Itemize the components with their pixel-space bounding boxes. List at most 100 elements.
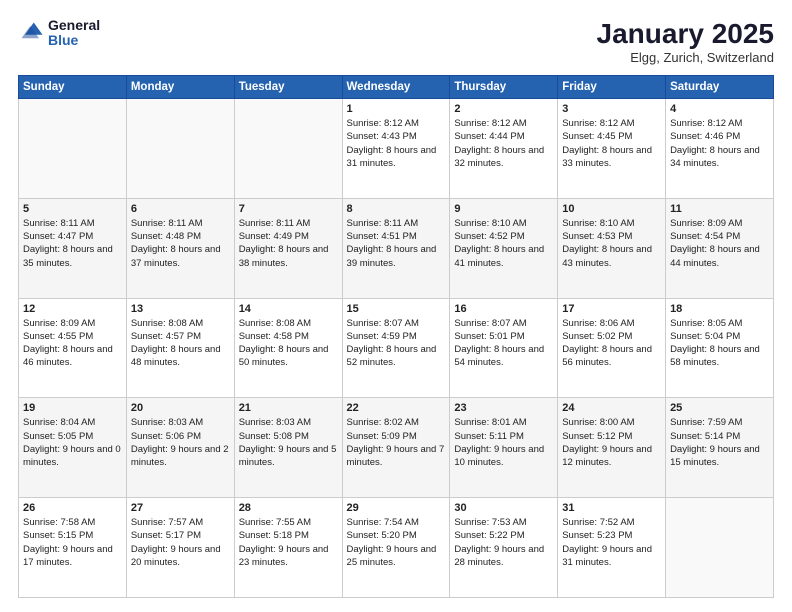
table-row: 15 Sunrise: 8:07 AMSunset: 4:59 PMDayligh… xyxy=(342,298,450,398)
col-sunday: Sunday xyxy=(19,76,127,99)
col-wednesday: Wednesday xyxy=(342,76,450,99)
day-number: 8 xyxy=(347,203,446,215)
header: General Blue January 2025 Elgg, Zurich, … xyxy=(18,18,774,65)
day-info: Sunrise: 7:57 AMSunset: 5:17 PMDaylight:… xyxy=(131,516,230,569)
day-number: 7 xyxy=(239,203,338,215)
table-row: 31 Sunrise: 7:52 AMSunset: 5:23 PMDayligh… xyxy=(558,498,666,598)
logo-icon xyxy=(18,19,46,47)
table-row: 6Sunrise: 8:11 AMSunset: 4:48 PMDaylight… xyxy=(126,198,234,298)
day-info: Sunrise: 8:08 AMSunset: 4:58 PMDaylight:… xyxy=(239,317,338,370)
day-info: Sunrise: 8:07 AMSunset: 5:01 PMDaylight:… xyxy=(454,317,553,370)
table-row: 14Sunrise: 8:08 AMSunset: 4:58 PMDayligh… xyxy=(234,298,342,398)
table-row xyxy=(666,498,774,598)
table-row: 9Sunrise: 8:10 AMSunset: 4:52 PMDaylight… xyxy=(450,198,558,298)
day-number: 4 xyxy=(670,103,769,115)
table-row: 21 Sunrise: 8:03 AMSunset: 5:08 PMDayligh… xyxy=(234,398,342,498)
day-number: 31 xyxy=(562,502,661,514)
day-info: Sunrise: 8:07 AMSunset: 4:59 PMDaylight:… xyxy=(347,317,446,370)
table-row: 26Sunrise: 7:58 AMSunset: 5:15 PMDayligh… xyxy=(19,498,127,598)
day-number: 28 xyxy=(239,502,338,514)
day-info: Sunrise: 8:03 AMSunset: 5:08 PMDaylight:… xyxy=(239,416,338,469)
day-number: 19 xyxy=(23,402,122,414)
table-row: 27 Sunrise: 7:57 AMSunset: 5:17 PMDayligh… xyxy=(126,498,234,598)
calendar-week-row: 1Sunrise: 8:12 AMSunset: 4:43 PMDaylight… xyxy=(19,99,774,199)
day-number: 17 xyxy=(562,303,661,315)
main-title: January 2025 xyxy=(597,18,774,50)
day-info: Sunrise: 7:58 AMSunset: 5:15 PMDaylight:… xyxy=(23,516,122,569)
day-info: Sunrise: 8:09 AMSunset: 4:54 PMDaylight:… xyxy=(670,217,769,270)
table-row: 3 Sunrise: 8:12 AMSunset: 4:45 PMDaylight… xyxy=(558,99,666,199)
calendar-week-row: 26Sunrise: 7:58 AMSunset: 5:15 PMDayligh… xyxy=(19,498,774,598)
table-row: 24 Sunrise: 8:00 AMSunset: 5:12 PMDayligh… xyxy=(558,398,666,498)
day-number: 25 xyxy=(670,402,769,414)
table-row: 17Sunrise: 8:06 AMSunset: 5:02 PMDayligh… xyxy=(558,298,666,398)
day-number: 27 xyxy=(131,502,230,514)
day-info: Sunrise: 8:12 AMSunset: 4:43 PMDaylight:… xyxy=(347,117,446,170)
table-row: 13 Sunrise: 8:08 AMSunset: 4:57 PMDayligh… xyxy=(126,298,234,398)
day-number: 10 xyxy=(562,203,661,215)
day-number: 23 xyxy=(454,402,553,414)
day-info: Sunrise: 8:11 AMSunset: 4:51 PMDaylight:… xyxy=(347,217,446,270)
day-number: 15 xyxy=(347,303,446,315)
day-number: 30 xyxy=(454,502,553,514)
table-row: 20 Sunrise: 8:03 AMSunset: 5:06 PMDayligh… xyxy=(126,398,234,498)
table-row: 7 Sunrise: 8:11 AMSunset: 4:49 PMDaylight… xyxy=(234,198,342,298)
day-info: Sunrise: 8:02 AMSunset: 5:09 PMDaylight:… xyxy=(347,416,446,469)
day-number: 22 xyxy=(347,402,446,414)
day-info: Sunrise: 7:54 AMSunset: 5:20 PMDaylight:… xyxy=(347,516,446,569)
day-info: Sunrise: 8:04 AMSunset: 5:05 PMDaylight:… xyxy=(23,416,122,469)
table-row xyxy=(234,99,342,199)
day-info: Sunrise: 8:08 AMSunset: 4:57 PMDaylight:… xyxy=(131,317,230,370)
table-row: 10 Sunrise: 8:10 AMSunset: 4:53 PMDayligh… xyxy=(558,198,666,298)
col-saturday: Saturday xyxy=(666,76,774,99)
day-info: Sunrise: 8:05 AMSunset: 5:04 PMDaylight:… xyxy=(670,317,769,370)
table-row xyxy=(19,99,127,199)
table-row: 16Sunrise: 8:07 AMSunset: 5:01 PMDayligh… xyxy=(450,298,558,398)
calendar-week-row: 19 Sunrise: 8:04 AMSunset: 5:05 PMDayligh… xyxy=(19,398,774,498)
day-info: Sunrise: 8:12 AMSunset: 4:46 PMDaylight:… xyxy=(670,117,769,170)
table-row: 19 Sunrise: 8:04 AMSunset: 5:05 PMDayligh… xyxy=(19,398,127,498)
day-number: 6 xyxy=(131,203,230,215)
day-number: 18 xyxy=(670,303,769,315)
table-row: 12 Sunrise: 8:09 AMSunset: 4:55 PMDayligh… xyxy=(19,298,127,398)
table-row: 22 Sunrise: 8:02 AMSunset: 5:09 PMDayligh… xyxy=(342,398,450,498)
day-number: 21 xyxy=(239,402,338,414)
page: General Blue January 2025 Elgg, Zurich, … xyxy=(0,0,792,612)
calendar-header-row: Sunday Monday Tuesday Wednesday Thursday… xyxy=(19,76,774,99)
table-row: 2 Sunrise: 8:12 AMSunset: 4:44 PMDaylight… xyxy=(450,99,558,199)
logo-blue-text: Blue xyxy=(48,33,100,48)
col-tuesday: Tuesday xyxy=(234,76,342,99)
day-info: Sunrise: 8:12 AMSunset: 4:44 PMDaylight:… xyxy=(454,117,553,170)
day-info: Sunrise: 8:09 AMSunset: 4:55 PMDaylight:… xyxy=(23,317,122,370)
day-info: Sunrise: 8:10 AMSunset: 4:53 PMDaylight:… xyxy=(562,217,661,270)
day-number: 3 xyxy=(562,103,661,115)
day-info: Sunrise: 8:12 AMSunset: 4:45 PMDaylight:… xyxy=(562,117,661,170)
day-info: Sunrise: 7:52 AMSunset: 5:23 PMDaylight:… xyxy=(562,516,661,569)
table-row: 30Sunrise: 7:53 AMSunset: 5:22 PMDayligh… xyxy=(450,498,558,598)
day-number: 9 xyxy=(454,203,553,215)
day-info: Sunrise: 7:59 AMSunset: 5:14 PMDaylight:… xyxy=(670,416,769,469)
table-row: 1Sunrise: 8:12 AMSunset: 4:43 PMDaylight… xyxy=(342,99,450,199)
day-number: 5 xyxy=(23,203,122,215)
col-thursday: Thursday xyxy=(450,76,558,99)
subtitle: Elgg, Zurich, Switzerland xyxy=(597,50,774,65)
table-row: 28 Sunrise: 7:55 AMSunset: 5:18 PMDayligh… xyxy=(234,498,342,598)
day-number: 12 xyxy=(23,303,122,315)
calendar-week-row: 5 Sunrise: 8:11 AMSunset: 4:47 PMDaylight… xyxy=(19,198,774,298)
day-info: Sunrise: 8:11 AMSunset: 4:49 PMDaylight:… xyxy=(239,217,338,270)
day-info: Sunrise: 8:03 AMSunset: 5:06 PMDaylight:… xyxy=(131,416,230,469)
day-number: 2 xyxy=(454,103,553,115)
calendar-table: Sunday Monday Tuesday Wednesday Thursday… xyxy=(18,75,774,598)
table-row: 29Sunrise: 7:54 AMSunset: 5:20 PMDayligh… xyxy=(342,498,450,598)
logo-general-text: General xyxy=(48,18,100,33)
day-info: Sunrise: 8:00 AMSunset: 5:12 PMDaylight:… xyxy=(562,416,661,469)
day-number: 24 xyxy=(562,402,661,414)
day-info: Sunrise: 8:11 AMSunset: 4:47 PMDaylight:… xyxy=(23,217,122,270)
day-info: Sunrise: 7:55 AMSunset: 5:18 PMDaylight:… xyxy=(239,516,338,569)
table-row: 25 Sunrise: 7:59 AMSunset: 5:14 PMDayligh… xyxy=(666,398,774,498)
day-number: 13 xyxy=(131,303,230,315)
table-row: 5 Sunrise: 8:11 AMSunset: 4:47 PMDaylight… xyxy=(19,198,127,298)
calendar-week-row: 12 Sunrise: 8:09 AMSunset: 4:55 PMDayligh… xyxy=(19,298,774,398)
table-row: 18 Sunrise: 8:05 AMSunset: 5:04 PMDayligh… xyxy=(666,298,774,398)
day-number: 20 xyxy=(131,402,230,414)
